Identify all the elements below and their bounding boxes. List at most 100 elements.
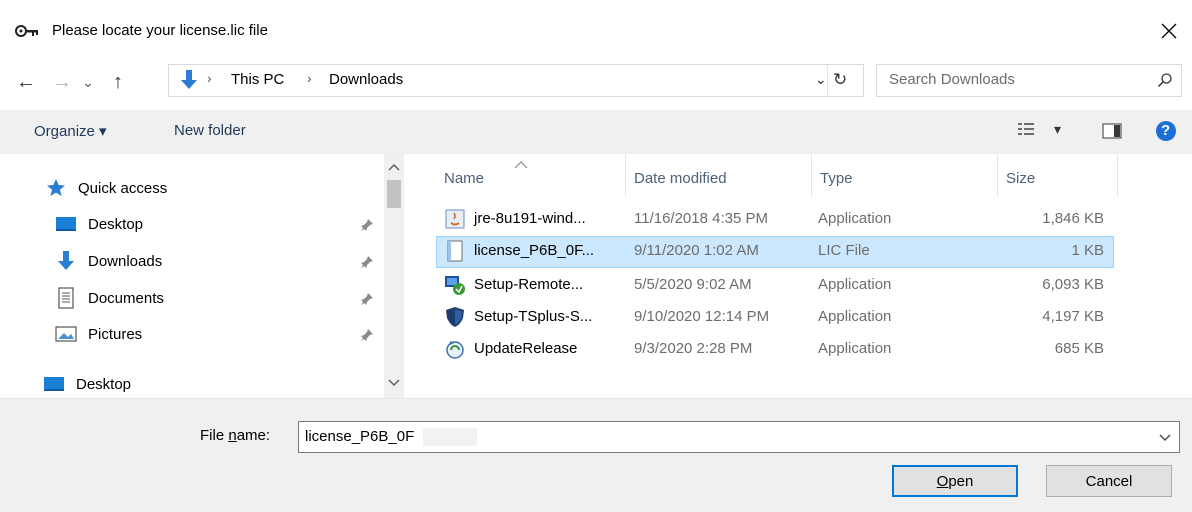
cancel-button[interactable]: Cancel xyxy=(1046,465,1172,497)
forward-arrow-icon: → xyxy=(52,70,72,93)
up-button[interactable]: ↑ xyxy=(106,70,130,94)
breadcrumb-downloads[interactable]: Downloads xyxy=(329,71,403,88)
sidebar-item-downloads[interactable]: Downloads xyxy=(54,247,162,275)
file-size: 1,846 KB xyxy=(1042,210,1104,227)
file-date: 5/5/2020 9:02 AM xyxy=(634,276,752,293)
view-dropdown-icon[interactable]: ▾ xyxy=(1054,121,1061,138)
button-label: Cancel xyxy=(1085,472,1133,490)
file-date: 9/3/2020 2:28 PM xyxy=(634,340,753,357)
chevron-down-icon: ⌄ xyxy=(82,73,94,90)
update-icon xyxy=(444,338,466,360)
pin-icon xyxy=(360,292,374,310)
redacted-region xyxy=(423,428,477,446)
file-type: Application xyxy=(818,210,892,227)
file-row[interactable]: jre-8u191-wind... 11/16/2018 4:35 PM App… xyxy=(436,204,1114,236)
divider xyxy=(827,65,828,96)
setup-remote-icon xyxy=(444,274,466,296)
sidebar-item-pictures[interactable]: Pictures xyxy=(54,320,142,348)
star-icon xyxy=(44,178,68,198)
file-size: 685 KB xyxy=(1054,340,1104,357)
recent-locations-button[interactable]: ⌄ xyxy=(80,70,96,94)
help-button[interactable]: ? xyxy=(1155,120,1177,146)
sidebar-item-label: Downloads xyxy=(88,252,163,270)
file-name: license_P6B_0F... xyxy=(474,242,595,259)
column-header-label: Name xyxy=(444,170,485,187)
window-title: Please locate your license.lic file xyxy=(52,22,268,39)
file-row[interactable]: Setup-TSplus-S... 9/10/2020 12:14 PM App… xyxy=(436,302,1114,334)
close-icon xyxy=(1161,23,1177,39)
sidebar-item-label: Documents xyxy=(88,289,164,307)
desktop-icon xyxy=(42,374,66,394)
sidebar-item-quick-access[interactable]: Quick access xyxy=(44,174,167,202)
up-arrow-icon: ↑ xyxy=(113,70,123,93)
breadcrumb-separator: › xyxy=(207,70,212,86)
file-size: 4,197 KB xyxy=(1042,308,1104,325)
download-icon xyxy=(179,69,199,95)
sidebar-item-label: Pictures xyxy=(88,325,143,343)
details-view-icon xyxy=(1018,123,1034,135)
preview-pane-button[interactable] xyxy=(1102,122,1122,144)
file-row-selected[interactable]: license_P6B_0F... 9/11/2020 1:02 AM LIC … xyxy=(436,236,1114,268)
button-accelerator: O xyxy=(936,472,949,490)
address-bar[interactable]: › This PC › Downloads ⌄ ↻ xyxy=(168,64,864,97)
pin-icon xyxy=(360,328,374,346)
file-row[interactable]: Setup-Remote... 5/5/2020 9:02 AM Applica… xyxy=(436,270,1114,302)
new-folder-button[interactable]: New folder xyxy=(174,122,246,139)
pin-icon xyxy=(360,255,374,273)
file-name-value: license_P6B_0F xyxy=(305,428,415,445)
scroll-up-icon[interactable] xyxy=(388,160,400,174)
open-button[interactable]: Open xyxy=(892,465,1018,497)
forward-button[interactable]: → xyxy=(50,70,74,94)
file-size: 6,093 KB xyxy=(1042,276,1104,293)
lic-file-icon xyxy=(444,240,466,262)
back-arrow-icon: ← xyxy=(16,70,36,93)
file-name-input[interactable]: license_P6B_0F xyxy=(298,421,1180,453)
pictures-icon xyxy=(54,324,78,344)
address-dropdown-icon[interactable]: ⌄ xyxy=(815,71,827,88)
sidebar-item-desktop-root[interactable]: Desktop xyxy=(42,370,131,398)
view-options-button[interactable] xyxy=(1016,120,1038,144)
column-header-label: Date modified xyxy=(634,170,727,187)
pin-icon xyxy=(360,218,374,236)
file-size: 1 KB xyxy=(1071,242,1104,259)
column-header-date[interactable]: Date modified xyxy=(626,154,812,196)
column-header-name[interactable]: Name xyxy=(440,154,626,196)
close-button[interactable] xyxy=(1146,14,1192,48)
navigation-scrollbar[interactable] xyxy=(384,154,404,398)
back-button[interactable]: ← xyxy=(14,70,38,94)
organize-menu[interactable]: Organize ▾ xyxy=(34,122,107,140)
download-icon xyxy=(54,251,78,271)
scroll-down-icon[interactable] xyxy=(388,376,400,390)
desktop-icon xyxy=(54,214,78,234)
column-header-label: Type xyxy=(820,170,853,187)
search-box[interactable]: Search Downloads xyxy=(876,64,1182,97)
file-type: Application xyxy=(818,308,892,325)
chevron-down-icon[interactable] xyxy=(1159,429,1171,446)
file-row[interactable]: UpdateRelease 9/3/2020 2:28 PM Applicati… xyxy=(436,334,1114,366)
column-header-size[interactable]: Size xyxy=(998,154,1118,196)
scrollbar-thumb[interactable] xyxy=(387,180,401,208)
file-date: 9/10/2020 12:14 PM xyxy=(634,308,770,325)
command-toolbar: Organize ▾ New folder ▾ ? xyxy=(0,110,1192,154)
breadcrumb-this-pc[interactable]: This PC xyxy=(231,71,284,88)
file-type: Application xyxy=(818,340,892,357)
label-accelerator: n xyxy=(228,427,237,444)
search-icon xyxy=(1157,72,1173,92)
file-name: Setup-TSplus-S... xyxy=(474,308,593,325)
sidebar-item-desktop[interactable]: Desktop xyxy=(54,210,143,238)
search-placeholder: Search Downloads xyxy=(889,71,1015,88)
sidebar-item-documents[interactable]: Documents xyxy=(54,284,164,312)
label-part: ame: xyxy=(236,427,271,444)
navigation-pane: Quick access Desktop Downloads Documents… xyxy=(0,154,404,398)
file-name-label: File name: xyxy=(200,427,270,444)
title-bar: Please locate your license.lic file xyxy=(0,0,1192,62)
refresh-icon[interactable]: ↻ xyxy=(833,70,847,90)
sidebar-item-label: Desktop xyxy=(76,375,132,393)
file-type: Application xyxy=(818,276,892,293)
column-header-type[interactable]: Type xyxy=(812,154,998,196)
help-glyph: ? xyxy=(1161,122,1171,139)
key-icon xyxy=(14,21,40,41)
label-part: File xyxy=(200,427,229,444)
java-installer-icon xyxy=(444,208,466,230)
preview-pane-icon xyxy=(1102,123,1122,139)
